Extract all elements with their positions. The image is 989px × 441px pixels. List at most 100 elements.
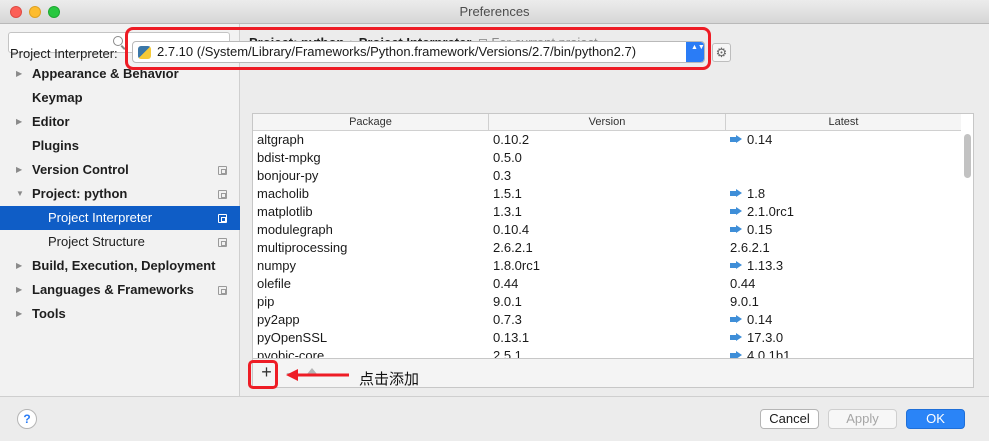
interpreter-settings-button[interactable]: ⚙	[712, 43, 731, 62]
sidebar-item-project-structure[interactable]: Project Structure	[0, 230, 240, 254]
sidebar: ▶ Appearance & Behavior Keymap ▶ Editor Plugi…	[0, 24, 240, 396]
search-icon	[113, 36, 123, 46]
package-version: 0.44	[493, 276, 519, 291]
package-name: pyOpenSSL	[257, 330, 328, 345]
table-row[interactable]: altgraph 0.10.2 0.14	[253, 131, 961, 149]
table-row[interactable]: bonjour-py 0.3	[253, 167, 961, 185]
package-version: 2.5.1	[493, 348, 522, 359]
table-row[interactable]: pyOpenSSL 0.13.1 17.3.0	[253, 329, 961, 347]
sidebar-item-version-control[interactable]: ▶ Version Control	[0, 158, 240, 182]
package-latest: 1.13.3	[730, 257, 783, 275]
sidebar-item-keymap[interactable]: Keymap	[0, 86, 240, 110]
column-header-package[interactable]: Package	[253, 114, 489, 130]
sidebar-item-languages-frameworks[interactable]: ▶ Languages & Frameworks	[0, 278, 240, 302]
upgrade-arrow-icon	[730, 207, 742, 216]
latest-version-label: 1.8	[747, 186, 766, 201]
upgrade-arrow-icon	[730, 333, 742, 342]
table-scrollbar[interactable]	[964, 134, 971, 178]
table-row[interactable]: pyobjc-core 2.5.1 4.0.1b1	[253, 347, 961, 359]
window-title: Preferences	[459, 4, 530, 19]
package-version: 1.8.0rc1	[493, 258, 540, 273]
latest-version-label: 0.14	[747, 312, 773, 327]
package-name: bdist-mpkg	[257, 150, 321, 165]
apply-button[interactable]: Apply	[828, 409, 897, 429]
table-row[interactable]: macholib 1.5.1 1.8	[253, 185, 961, 203]
package-version: 0.10.4	[493, 222, 530, 237]
collapsed-arrow-icon[interactable]: ▶	[16, 62, 22, 86]
package-name: numpy	[257, 258, 297, 273]
sidebar-item-label: Project: python	[32, 186, 128, 201]
table-row[interactable]: pip 9.0.1 9.0.1	[253, 293, 961, 311]
sidebar-item-label: Languages & Frameworks	[32, 282, 194, 297]
table-row[interactable]: py2app 0.7.3 0.14	[253, 311, 961, 329]
latest-version-label: 9.0.1	[730, 294, 759, 309]
select-arrows-icon[interactable]: ▲▼	[686, 42, 704, 62]
upgrade-arrow-icon	[730, 225, 742, 234]
column-header-latest[interactable]: Latest	[726, 114, 961, 130]
sidebar-item-project-python[interactable]: ▼ Project: python	[0, 182, 240, 206]
latest-version-label: 0.14	[747, 132, 773, 147]
package-version: 1.5.1	[493, 186, 522, 201]
collapsed-arrow-icon[interactable]: ▶	[16, 278, 22, 302]
collapsed-arrow-icon[interactable]: ▶	[16, 158, 22, 182]
table-row[interactable]: matplotlib 1.3.1 2.1.0rc1	[253, 203, 961, 221]
upgrade-arrow-icon	[730, 315, 742, 324]
packages-table: Package Version Latest altgraph 0.10.2 0.1…	[252, 113, 974, 359]
upgrade-arrow-icon	[730, 261, 742, 270]
package-name: multiprocessing	[257, 240, 348, 255]
table-body: altgraph 0.10.2 0.14 bdist-mpkg 0.5.0 bonjour…	[253, 131, 961, 359]
table-header: Package Version Latest	[253, 114, 961, 131]
table-row[interactable]: bdist-mpkg 0.5.0	[253, 149, 961, 167]
interpreter-label: Project Interpreter:	[10, 46, 118, 61]
collapsed-arrow-icon[interactable]: ▶	[16, 302, 22, 326]
collapsed-arrow-icon[interactable]: ▶	[16, 254, 22, 278]
package-version: 0.13.1	[493, 330, 530, 345]
sidebar-item-label: Plugins	[32, 138, 79, 153]
sidebar-item-build-execution-deployment[interactable]: ▶ Build, Execution, Deployment	[0, 254, 240, 278]
package-name: modulegraph	[257, 222, 333, 237]
help-button[interactable]: ?	[17, 409, 37, 429]
package-latest: 1.8	[730, 185, 765, 203]
table-row[interactable]: modulegraph 0.10.4 0.15	[253, 221, 961, 239]
ok-button[interactable]: OK	[906, 409, 965, 429]
package-name: pip	[257, 294, 275, 309]
title-bar: Preferences	[0, 0, 989, 24]
table-row[interactable]: numpy 1.8.0rc1 1.13.3	[253, 257, 961, 275]
sidebar-item-editor[interactable]: ▶ Editor	[0, 110, 240, 134]
package-latest: 4.0.1b1	[730, 347, 790, 358]
sidebar-item-label: Build, Execution, Deployment	[32, 258, 216, 273]
package-name: matplotlib	[257, 204, 313, 219]
annotation-arrow-icon	[286, 369, 349, 381]
interpreter-value: 2.7.10 (/System/Library/Frameworks/Pytho…	[157, 44, 637, 59]
package-latest: 2.1.0rc1	[730, 203, 794, 221]
python-icon	[138, 46, 151, 59]
arrows-glyph: ▲▼	[691, 44, 705, 51]
table-row[interactable]: multiprocessing 2.6.2.1 2.6.2.1	[253, 239, 961, 257]
project-scope-icon	[218, 238, 227, 247]
package-version: 0.3	[493, 168, 512, 183]
project-scope-icon	[218, 214, 227, 223]
annotation-text: 点击添加	[359, 370, 420, 388]
column-header-version[interactable]: Version	[489, 114, 726, 130]
cancel-button[interactable]: Cancel	[760, 409, 819, 429]
package-latest: 0.15	[730, 221, 772, 239]
sidebar-item-label: Version Control	[32, 162, 129, 177]
sidebar-item-label: Editor	[32, 114, 70, 129]
sidebar-item-tools[interactable]: ▶ Tools	[0, 302, 240, 326]
add-button-highlight-box	[248, 360, 278, 389]
collapsed-arrow-icon[interactable]: ▶	[16, 110, 22, 134]
interpreter-select[interactable]: 2.7.10 (/System/Library/Frameworks/Pytho…	[132, 41, 705, 63]
upgrade-arrow-icon	[730, 351, 742, 358]
package-name: olefile	[257, 276, 291, 291]
upgrade-arrow-icon	[730, 135, 742, 144]
sidebar-item-label: Project Interpreter	[48, 210, 153, 225]
table-row[interactable]: olefile 0.44 0.44	[253, 275, 961, 293]
package-latest: 0.14	[730, 311, 772, 329]
expanded-arrow-icon[interactable]: ▼	[16, 182, 24, 206]
latest-version-label: 0.15	[747, 222, 773, 237]
sidebar-item-plugins[interactable]: Plugins	[0, 134, 240, 158]
package-latest: 17.3.0	[730, 329, 783, 347]
sidebar-item-project-interpreter[interactable]: Project Interpreter	[0, 206, 240, 230]
latest-version-label: 1.13.3	[747, 258, 784, 273]
upgrade-arrow-icon	[730, 189, 742, 198]
